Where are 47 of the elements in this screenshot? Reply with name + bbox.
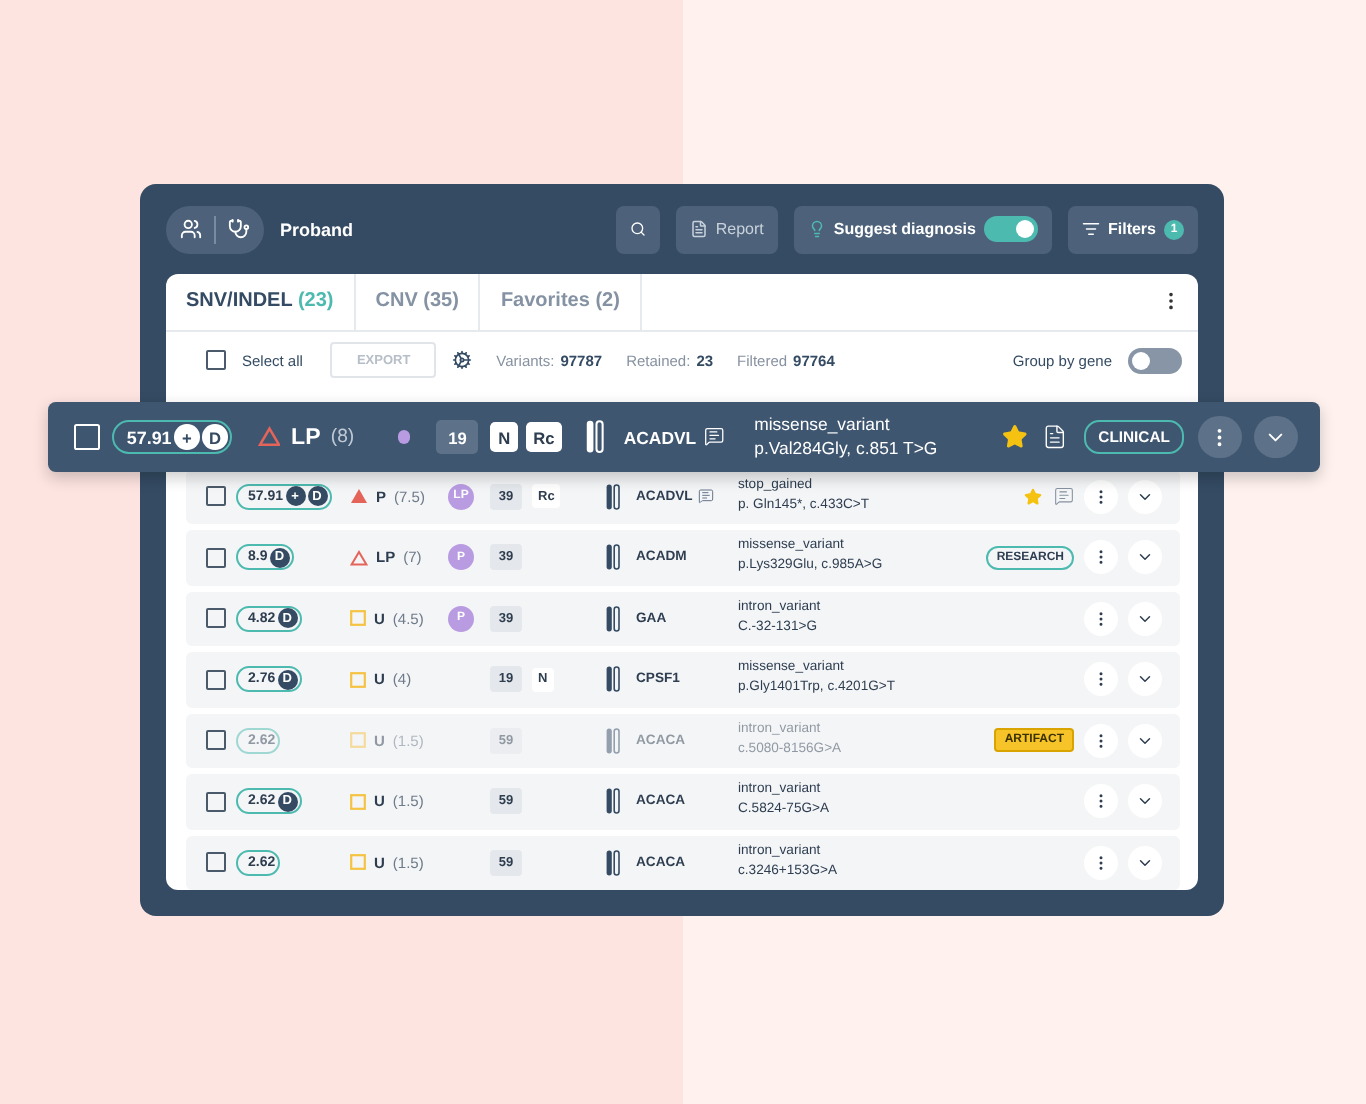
chromosome-icon [606, 483, 620, 510]
chromosome-icon [606, 605, 620, 632]
row-checkbox[interactable] [206, 791, 226, 812]
variant-row[interactable]: 57.91 + D LP (8) 19 N Rc ACADVL missense_variant p.Val284Gly, c.851 T>G CLINICAL [48, 401, 1321, 473]
document-icon[interactable] [689, 220, 708, 238]
chromosome-icon [606, 727, 620, 754]
row-checkbox[interactable] [206, 852, 226, 873]
zygosity-tag: Rc [525, 421, 563, 453]
stethoscope-icon[interactable] [228, 218, 250, 240]
suggest-diagnosis-control[interactable]: Suggest diagnosis [793, 205, 1052, 253]
classification-label: LP [291, 425, 321, 450]
chromosome-icon [606, 544, 620, 571]
select-all-checkbox[interactable] [206, 350, 226, 371]
row-checkbox[interactable] [206, 486, 226, 507]
filter-icon[interactable] [1081, 220, 1100, 238]
report-button[interactable]: Report [675, 205, 778, 253]
hgvs-notation: p.Val284Gly, c.851 T>G [754, 440, 940, 459]
search-icon[interactable] [629, 220, 646, 238]
comment-icon[interactable] [698, 488, 715, 505]
gene-name[interactable]: ACADVL [623, 427, 697, 448]
group-by-gene-toggle[interactable] [1128, 347, 1182, 374]
consequence: missense_variant [754, 415, 892, 434]
status-tag: CLINICAL [1083, 420, 1185, 454]
acmg-dot [397, 430, 411, 444]
document-icon[interactable] [1042, 424, 1069, 450]
more-button[interactable] [1197, 415, 1241, 459]
family-icon[interactable] [180, 218, 202, 240]
chromosome-icon [606, 788, 620, 815]
proband-label: Proband [280, 219, 356, 239]
star-icon[interactable] [1001, 424, 1028, 450]
lightbulb-icon[interactable] [807, 220, 826, 238]
chromosome-icon [606, 849, 620, 876]
score-pill: 57.91 + D [111, 420, 233, 454]
row-checkbox[interactable] [206, 730, 226, 751]
classification-score: (8) [330, 426, 355, 449]
zygosity-tag: N [490, 421, 519, 453]
suggest-toggle[interactable] [983, 216, 1038, 242]
row-checkbox[interactable] [206, 608, 226, 629]
row-checkbox[interactable] [206, 547, 226, 568]
row-checkbox[interactable] [206, 669, 226, 690]
chromosome-icon [606, 666, 620, 693]
chromosome-icon [585, 420, 604, 454]
search-button[interactable] [615, 205, 660, 253]
settings-icon[interactable] [452, 350, 473, 371]
star-icon[interactable] [1024, 487, 1042, 506]
chromosome-number: 19 [436, 420, 478, 454]
tab[interactable]: SNV/INDEL (23) [166, 274, 356, 330]
